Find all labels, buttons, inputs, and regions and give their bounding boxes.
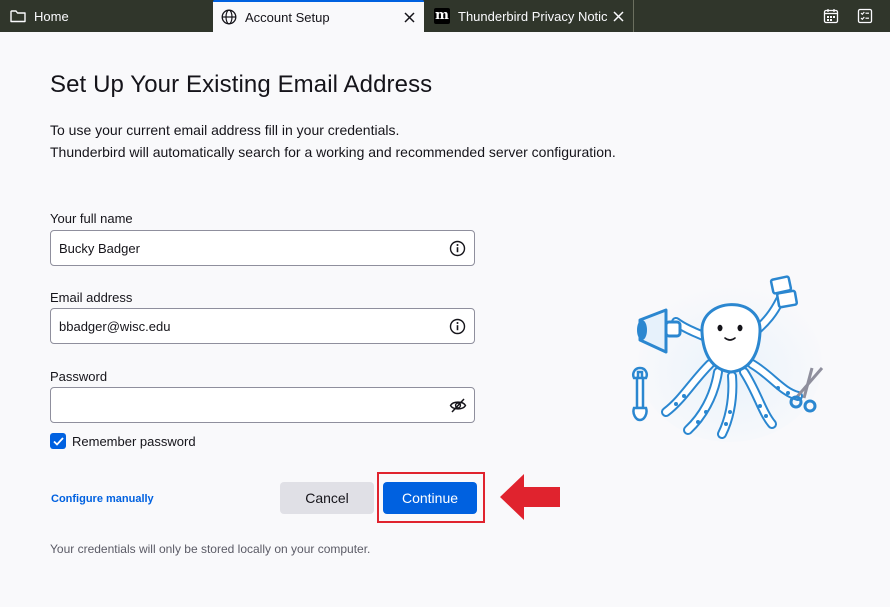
tab-account-setup[interactable]: Account Setup	[213, 0, 424, 32]
tasks-icon[interactable]	[857, 8, 873, 24]
credentials-note: Your credentials will only be stored loc…	[50, 542, 371, 556]
close-icon[interactable]	[607, 5, 629, 27]
mozilla-m-icon: m	[434, 8, 450, 24]
remember-password[interactable]: Remember password	[50, 433, 196, 449]
info-icon[interactable]	[449, 240, 466, 257]
cancel-button[interactable]: Cancel	[280, 482, 374, 514]
tab-home[interactable]: Home	[0, 0, 212, 32]
arrow-left-icon	[500, 474, 560, 520]
password-input[interactable]	[51, 388, 441, 422]
octopus-mascot-illustration	[632, 275, 824, 442]
calendar-icon[interactable]	[823, 8, 839, 24]
page-title: Set Up Your Existing Email Address	[50, 71, 433, 98]
eye-slash-icon[interactable]	[449, 397, 467, 414]
globe-icon	[221, 9, 237, 25]
tab-label: Thunderbird Privacy Notice	[458, 8, 607, 24]
tab-privacy-notice[interactable]: m Thunderbird Privacy Notice	[424, 0, 634, 32]
info-icon[interactable]	[449, 318, 466, 335]
full-name-field	[50, 230, 475, 266]
intro-line: Thunderbird will automatically search fo…	[50, 144, 616, 160]
email-label: Email address	[50, 290, 133, 305]
folder-icon	[10, 8, 26, 24]
configure-manually-link[interactable]: Configure manually	[51, 493, 154, 505]
close-icon[interactable]	[398, 6, 420, 28]
remember-checkbox[interactable]	[50, 433, 66, 449]
intro-line: To use your current email address fill i…	[50, 122, 400, 138]
tab-label: Account Setup	[245, 9, 330, 25]
highlight-box	[377, 472, 485, 523]
password-label: Password	[50, 369, 108, 384]
email-input[interactable]	[51, 309, 441, 343]
tab-bar: Home Account Setup m Thunderbird Privacy…	[0, 0, 890, 32]
tab-label: Home	[34, 8, 69, 24]
full-name-label: Your full name	[50, 211, 133, 226]
email-field	[50, 308, 475, 344]
password-field	[50, 387, 475, 423]
intro-text: To use your current email address fill i…	[50, 119, 616, 163]
full-name-input[interactable]	[51, 231, 441, 265]
remember-label: Remember password	[72, 433, 196, 449]
